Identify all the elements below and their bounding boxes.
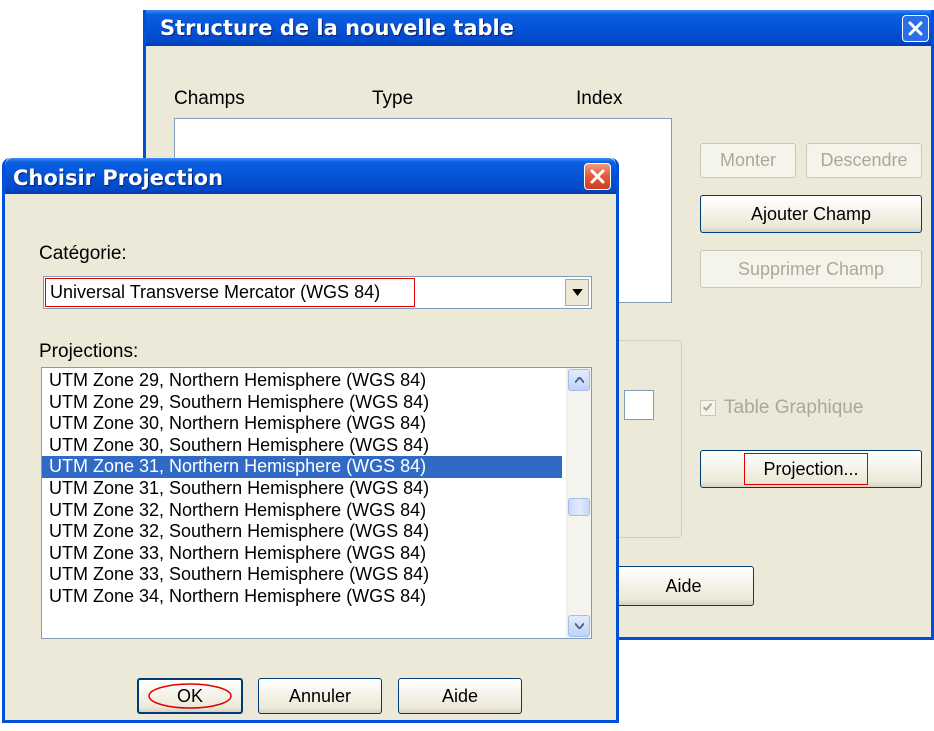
back-help-button[interactable]: Aide — [614, 566, 754, 606]
field-property-input[interactable] — [624, 390, 654, 420]
chevron-down-icon — [571, 289, 583, 296]
checkmark-icon — [702, 402, 713, 412]
choose-projection-dialog: Choisir Projection Catégorie: Universal … — [2, 158, 619, 723]
cancel-button[interactable]: Annuler — [258, 678, 382, 714]
add-field-button[interactable]: Ajouter Champ — [700, 195, 922, 233]
close-icon — [590, 169, 605, 184]
list-item[interactable]: UTM Zone 33, Northern Hemisphere (WGS 84… — [42, 543, 562, 565]
close-icon — [908, 21, 923, 36]
dialog-close-button[interactable] — [584, 163, 611, 190]
column-header-fields: Champs — [174, 88, 245, 109]
list-item[interactable]: UTM Zone 31, Northern Hemisphere (WGS 84… — [42, 456, 562, 478]
delete-field-button[interactable]: Supprimer Champ — [700, 250, 922, 288]
choose-projection-title-bar[interactable]: Choisir Projection — [5, 158, 616, 194]
ok-button-highlight — [148, 683, 232, 709]
list-item[interactable]: UTM Zone 31, Southern Hemisphere (WGS 84… — [42, 478, 562, 500]
arrow-up-icon — [574, 377, 584, 383]
projections-list[interactable]: UTM Zone 29, Northern Hemisphere (WGS 84… — [41, 367, 592, 639]
list-item[interactable]: UTM Zone 32, Northern Hemisphere (WGS 84… — [42, 500, 562, 522]
move-up-button[interactable]: Monter — [700, 143, 796, 178]
projections-list-items: UTM Zone 29, Northern Hemisphere (WGS 84… — [42, 370, 562, 608]
graphic-table-checkbox[interactable] — [700, 400, 716, 416]
projections-label: Projections: — [39, 341, 139, 362]
dialog-help-button[interactable]: Aide — [398, 678, 522, 714]
arrow-down-icon — [574, 623, 584, 629]
column-header-type: Type — [372, 88, 414, 109]
projection-button-highlight — [744, 453, 868, 485]
new-table-window-title: Structure de la nouvelle table — [160, 16, 514, 40]
category-dropdown-button[interactable] — [565, 279, 589, 306]
new-table-title-bar[interactable]: Structure de la nouvelle table — [146, 10, 931, 46]
dialog-title: Choisir Projection — [13, 166, 224, 190]
list-item[interactable]: UTM Zone 34, Northern Hemisphere (WGS 84… — [42, 586, 562, 608]
list-item[interactable]: UTM Zone 33, Southern Hemisphere (WGS 84… — [42, 564, 562, 586]
close-button[interactable] — [902, 15, 929, 42]
graphic-table-label: Table Graphique — [724, 397, 864, 418]
move-down-button[interactable]: Descendre — [806, 143, 922, 178]
list-item[interactable]: UTM Zone 29, Northern Hemisphere (WGS 84… — [42, 370, 562, 392]
list-item[interactable]: UTM Zone 30, Northern Hemisphere (WGS 84… — [42, 413, 562, 435]
category-value-highlight — [45, 278, 415, 307]
scroll-up-button[interactable] — [568, 369, 590, 391]
scroll-thumb[interactable] — [568, 498, 590, 516]
column-header-index: Index — [576, 88, 623, 109]
list-item[interactable]: UTM Zone 30, Southern Hemisphere (WGS 84… — [42, 435, 562, 457]
list-item[interactable]: UTM Zone 32, Southern Hemisphere (WGS 84… — [42, 521, 562, 543]
list-item[interactable]: UTM Zone 29, Southern Hemisphere (WGS 84… — [42, 392, 562, 414]
category-label: Catégorie: — [39, 243, 127, 264]
scroll-down-button[interactable] — [568, 615, 590, 637]
projections-scrollbar[interactable] — [566, 368, 591, 638]
